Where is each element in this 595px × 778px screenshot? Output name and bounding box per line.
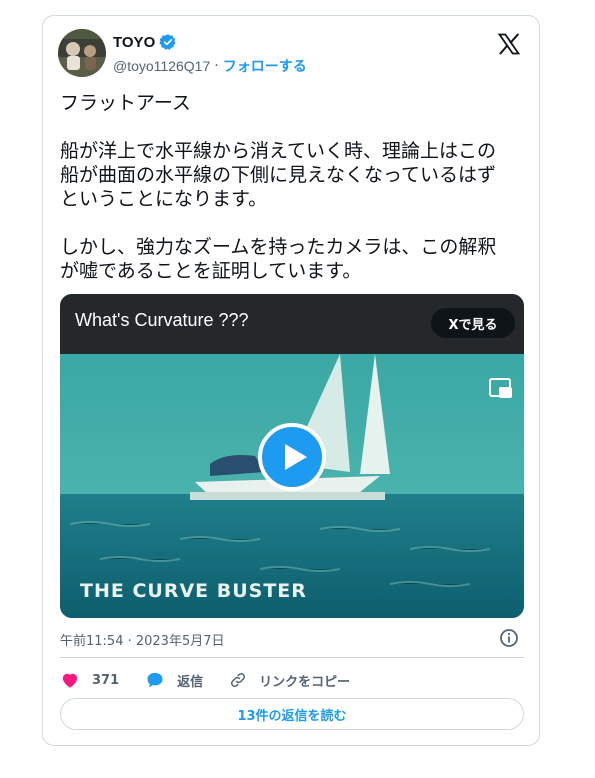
- tweet-paragraph: フラットアース: [60, 92, 191, 114]
- speech-bubble-icon: [147, 672, 163, 688]
- avatar[interactable]: [58, 29, 106, 77]
- link-icon: [231, 672, 246, 688]
- read-replies-button[interactable]: 13件の返信を読む: [60, 698, 524, 730]
- follow-button[interactable]: フォローする: [223, 56, 307, 76]
- copy-link-label: リンクをコピー: [259, 674, 351, 690]
- copy-link-button[interactable]: リンクをコピー: [229, 671, 350, 690]
- reply-button[interactable]: 返信: [145, 670, 203, 690]
- like-count: 371: [92, 672, 120, 688]
- name-row: TOYO: [113, 33, 177, 51]
- handle-row: @toyo1126Q17 · フォローする: [113, 56, 307, 76]
- video-overlay-text: THE CURVE BUSTER: [80, 580, 307, 602]
- picture-in-picture-icon[interactable]: [488, 376, 514, 402]
- tweet-paragraph: しかし、強力なズームを持ったカメラは、この解釈 が嘘であることを証明しています。: [60, 236, 497, 282]
- reply-label: 返信: [177, 674, 204, 690]
- play-icon[interactable]: [258, 423, 326, 491]
- separator-dot: ·: [214, 58, 219, 74]
- video-card[interactable]: What's Curvature ??? Xで見る THE CURVE BUST…: [60, 294, 524, 618]
- action-bar: 371 返信 リンクをコピー: [60, 668, 524, 692]
- tweet-header: TOYO @toyo1126Q17 · フォローする: [58, 29, 524, 79]
- timestamp-link[interactable]: 午前11:54 · 2023年5月7日: [60, 630, 225, 649]
- divider: [60, 657, 524, 658]
- video-title-bar: What's Curvature ??? Xで見る: [60, 294, 524, 354]
- tweet-text: フラットアース 船が洋上で水平線から消えていく時、理論上はこの 船が曲面の水平線…: [60, 91, 530, 283]
- meta-row: 午前11:54 · 2023年5月7日: [60, 628, 524, 649]
- author-handle[interactable]: @toyo1126Q17: [113, 58, 210, 74]
- author-name[interactable]: TOYO: [113, 34, 155, 51]
- tweet-card: TOYO @toyo1126Q17 · フォローする フラットアース 船が洋上で…: [42, 15, 540, 746]
- verified-badge-icon: [159, 34, 176, 50]
- video-thumbnail[interactable]: THE CURVE BUSTER: [60, 354, 524, 618]
- info-icon[interactable]: [499, 628, 519, 648]
- like-button[interactable]: 371: [60, 670, 119, 690]
- video-title: What's Curvature ???: [75, 310, 249, 330]
- x-logo-icon[interactable]: [497, 32, 521, 56]
- tweet-paragraph: 船が洋上で水平線から消えていく時、理論上はこの 船が曲面の水平線の下側に見えなく…: [60, 140, 497, 210]
- heart-icon: [62, 673, 78, 688]
- watch-on-x-button[interactable]: Xで見る: [431, 308, 515, 338]
